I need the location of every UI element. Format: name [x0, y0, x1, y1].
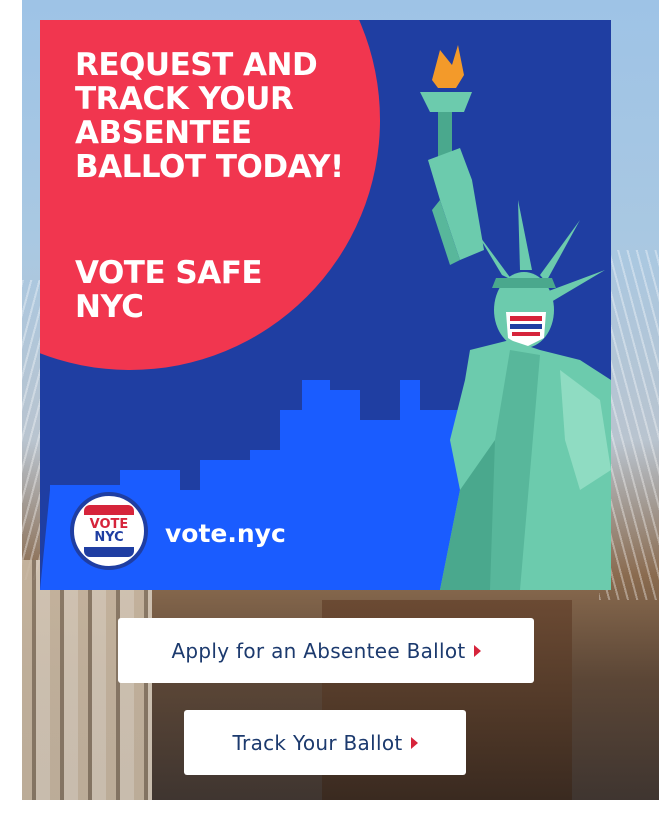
caret-right-icon	[410, 736, 418, 749]
apply-absentee-ballot-button[interactable]: Apply for an Absentee Ballot	[118, 618, 534, 683]
ad-website: vote.nyc	[165, 519, 286, 548]
logo-stars-top	[84, 505, 134, 515]
vote-nyc-logo: VOTE NYC	[70, 492, 148, 570]
logo-text: VOTE NYC	[74, 518, 144, 544]
track-ballot-button[interactable]: Track Your Ballot	[184, 710, 466, 775]
logo-line-nyc: NYC	[94, 530, 124, 545]
logo-stars-bottom	[84, 547, 134, 557]
absentee-ballot-ad: REQUEST AND TRACK YOUR ABSENTEE BALLOT T…	[40, 20, 611, 590]
ad-headline: REQUEST AND TRACK YOUR ABSENTEE BALLOT T…	[75, 47, 344, 185]
ad-subheadline: VOTE SAFE NYC	[75, 255, 263, 325]
apply-button-label: Apply for an Absentee Ballot	[171, 638, 466, 663]
caret-right-icon	[473, 644, 481, 657]
page: REQUEST AND TRACK YOUR ABSENTEE BALLOT T…	[0, 0, 659, 822]
track-button-label: Track Your Ballot	[232, 730, 403, 755]
